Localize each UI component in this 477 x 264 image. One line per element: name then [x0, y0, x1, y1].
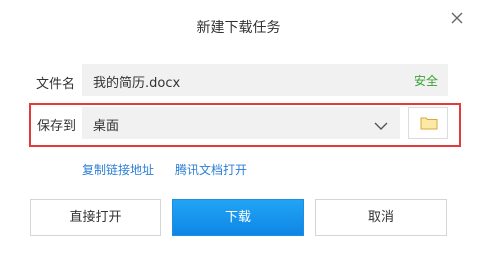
save-location-value: 桌面: [93, 119, 120, 134]
download-button[interactable]: 下载: [172, 199, 304, 236]
open-in-tencent-docs-link[interactable]: 腾讯文档打开: [175, 161, 247, 178]
filename-value: 我的简历.docx: [93, 76, 181, 91]
copy-link-address-link[interactable]: 复制链接地址: [82, 161, 154, 178]
browse-folder-button[interactable]: [408, 107, 448, 139]
cancel-button[interactable]: 取消: [315, 199, 447, 236]
chevron-down-icon: [374, 117, 388, 136]
open-directly-button[interactable]: 直接打开: [30, 199, 161, 236]
filename-label: 文件名: [36, 77, 76, 92]
close-icon: [449, 10, 465, 26]
close-button[interactable]: [449, 10, 465, 26]
save-location-label: 保存到: [37, 119, 77, 134]
dialog-title: 新建下载任务: [196, 20, 281, 36]
save-location-dropdown[interactable]: 桌面: [82, 107, 400, 139]
safety-badge: 安全: [413, 74, 438, 88]
filename-field[interactable]: 我的简历.docx 安全: [82, 64, 448, 96]
new-download-dialog: 新建下载任务 文件名 我的简历.docx 安全 保存到 桌面 复制链接地址 腾讯: [0, 0, 477, 264]
